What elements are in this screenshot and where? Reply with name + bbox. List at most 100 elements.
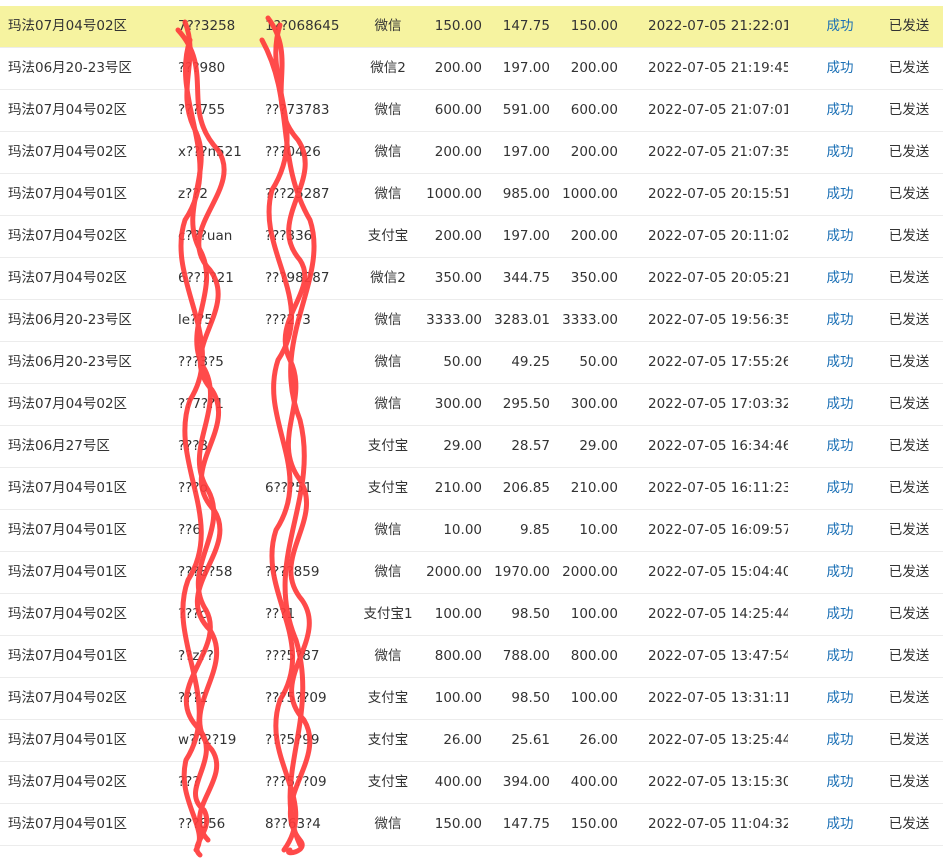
row-time: 2022-07-05 19:56:35: [648, 312, 788, 328]
table-row: 玛法07月04号02区??? ???5??09 支付宝 400.00 394.00 400…: [0, 762, 943, 804]
row-payment-method: 微信: [374, 522, 402, 538]
row-status-link[interactable]: 成功: [818, 426, 862, 467]
row-zone: 玛法07月04号01区: [8, 522, 128, 538]
row-amount: 350.00: [434, 270, 482, 286]
row-sent-status: 已发送: [888, 102, 930, 118]
row-sent-status: 已发送: [888, 186, 930, 202]
row-credited-amount: 1000.00: [562, 186, 618, 202]
row-net-amount: 9.85: [519, 522, 550, 538]
row-net-amount: 49.25: [511, 354, 550, 370]
row-payment-method: 支付宝: [367, 690, 409, 706]
row-status-link[interactable]: 成功: [818, 342, 862, 383]
row-payment-method: 微信: [374, 18, 402, 34]
row-credited-amount: 150.00: [570, 18, 618, 34]
row-amount: 1000.00: [426, 186, 482, 202]
row-status-link[interactable]: 成功: [818, 636, 862, 677]
row-status-link[interactable]: 成功: [818, 384, 862, 425]
row-time: 2022-07-05 13:47:54: [648, 648, 788, 664]
row-amount: 800.00: [434, 648, 482, 664]
row-status-link[interactable]: 成功: [818, 48, 862, 89]
row-status-link[interactable]: 成功: [818, 216, 862, 257]
row-payment-method: 微信: [374, 816, 402, 832]
row-status-link[interactable]: 成功: [818, 678, 862, 719]
row-status-link[interactable]: 成功: [818, 594, 862, 635]
row-status-link[interactable]: 成功: [818, 804, 862, 845]
row-username: ???: [178, 774, 200, 790]
row-credited-amount: 150.00: [570, 816, 618, 832]
row-status-link[interactable]: 成功: [818, 762, 862, 803]
row-zone: 玛法07月04号01区: [8, 732, 128, 748]
row-credited-amount: 50.00: [579, 354, 618, 370]
row-credited-amount: 200.00: [570, 144, 618, 160]
table-row: 玛法07月04号01区 w??2?19 ???5?99 支付宝 26.00 25.61 26…: [0, 720, 943, 762]
row-status-link[interactable]: 成功: [818, 468, 862, 509]
row-sent-status: 已发送: [888, 144, 930, 160]
row-net-amount: 591.00: [502, 102, 550, 118]
row-username: z??2: [178, 186, 209, 202]
row-time: 2022-07-05 20:15:51: [648, 186, 788, 202]
row-time: 2022-07-05 14:25:44: [648, 606, 788, 622]
row-amount: 600.00: [434, 102, 482, 118]
table-row: 玛法07月04号02区 c???uan ???336 支付宝 200.00 197.00 2…: [0, 216, 943, 258]
row-status-link[interactable]: 成功: [818, 90, 862, 131]
row-credited-amount: 100.00: [570, 690, 618, 706]
row-amount: 400.00: [434, 774, 482, 790]
row-sent-status: 已发送: [888, 648, 930, 664]
row-sent-status: 已发送: [888, 312, 930, 328]
row-order-id: ???25287: [265, 186, 330, 202]
row-time: 2022-07-05 16:09:57: [648, 522, 788, 538]
row-sent-status: 已发送: [888, 732, 930, 748]
row-zone: 玛法07月04号02区: [8, 228, 128, 244]
row-order-id: ???98287: [265, 270, 330, 286]
row-sent-status: 已发送: [888, 354, 930, 370]
row-zone: 玛法07月04号02区: [8, 102, 128, 118]
row-zone: 玛法07月04号02区: [8, 144, 128, 160]
row-sent-status: 已发送: [888, 18, 930, 34]
row-net-amount: 985.00: [502, 186, 550, 202]
row-net-amount: 197.00: [502, 228, 550, 244]
row-amount: 3333.00: [426, 312, 482, 328]
row-status-link[interactable]: 成功: [818, 174, 862, 215]
row-payment-method: 微信2: [370, 60, 406, 76]
row-payment-method: 支付宝1: [363, 606, 413, 622]
row-net-amount: 197.00: [502, 60, 550, 76]
row-amount: 200.00: [434, 144, 482, 160]
table-row: 玛法07月04号01区 ???856 8??63?4 微信 150.00 147.75 15…: [0, 804, 943, 846]
table-row: 玛法07月04号01区 z??2 ???25287 微信 1000.00 985.00 10…: [0, 174, 943, 216]
row-net-amount: 788.00: [502, 648, 550, 664]
row-status-link[interactable]: 成功: [818, 132, 862, 173]
row-zone: 玛法07月04号02区: [8, 270, 128, 286]
row-amount: 50.00: [443, 354, 482, 370]
row-net-amount: 25.61: [511, 732, 550, 748]
row-payment-method: 支付宝: [367, 774, 409, 790]
row-payment-method: 微信: [374, 564, 402, 580]
row-time: 2022-07-05 16:34:46: [648, 438, 788, 454]
row-credited-amount: 800.00: [570, 648, 618, 664]
table-row: 玛法07月04号02区 ???c ???1 支付宝1 100.00 98.50 100.00…: [0, 594, 943, 636]
row-status-link[interactable]: 成功: [818, 258, 862, 299]
row-username: x???n521: [178, 144, 242, 160]
row-username: le??5: [178, 312, 213, 328]
table-row: 玛法06月20-23号区 le??5 ???2?3 微信 3333.00 3283.01 3…: [0, 300, 943, 342]
table-row: 玛法07月04号02区 x???n521 ???0426 微信 200.00 197.00…: [0, 132, 943, 174]
row-status-link[interactable]: 成功: [818, 552, 862, 593]
row-zone: 玛法07月04号01区: [8, 648, 128, 664]
row-net-amount: 295.50: [502, 396, 550, 412]
row-time: 2022-07-05 13:31:11: [648, 690, 788, 706]
row-status-link[interactable]: 成功: [818, 720, 862, 761]
table-row: 玛法06月20-23号区 ???3?5 微信 50.00 49.25 50.00 2022-…: [0, 342, 943, 384]
row-credited-amount: 600.00: [570, 102, 618, 118]
row-status-link[interactable]: 成功: [818, 510, 862, 551]
row-status-link[interactable]: 成功: [818, 6, 862, 47]
row-time: 2022-07-05 13:15:30: [648, 774, 788, 790]
row-username: w??2?19: [178, 732, 237, 748]
table-row: 玛法06月20-23号区 ???980 微信2 200.00 197.00 200.00 2…: [0, 48, 943, 90]
row-amount: 200.00: [434, 60, 482, 76]
row-amount: 26.00: [443, 732, 482, 748]
row-payment-method: 支付宝: [367, 228, 409, 244]
row-credited-amount: 29.00: [579, 438, 618, 454]
row-credited-amount: 350.00: [570, 270, 618, 286]
row-status-link[interactable]: 成功: [818, 300, 862, 341]
table-row: 玛法07月04号02区 ???1 ???5??09 支付宝 100.00 98.50 100…: [0, 678, 943, 720]
row-credited-amount: 3333.00: [562, 312, 618, 328]
